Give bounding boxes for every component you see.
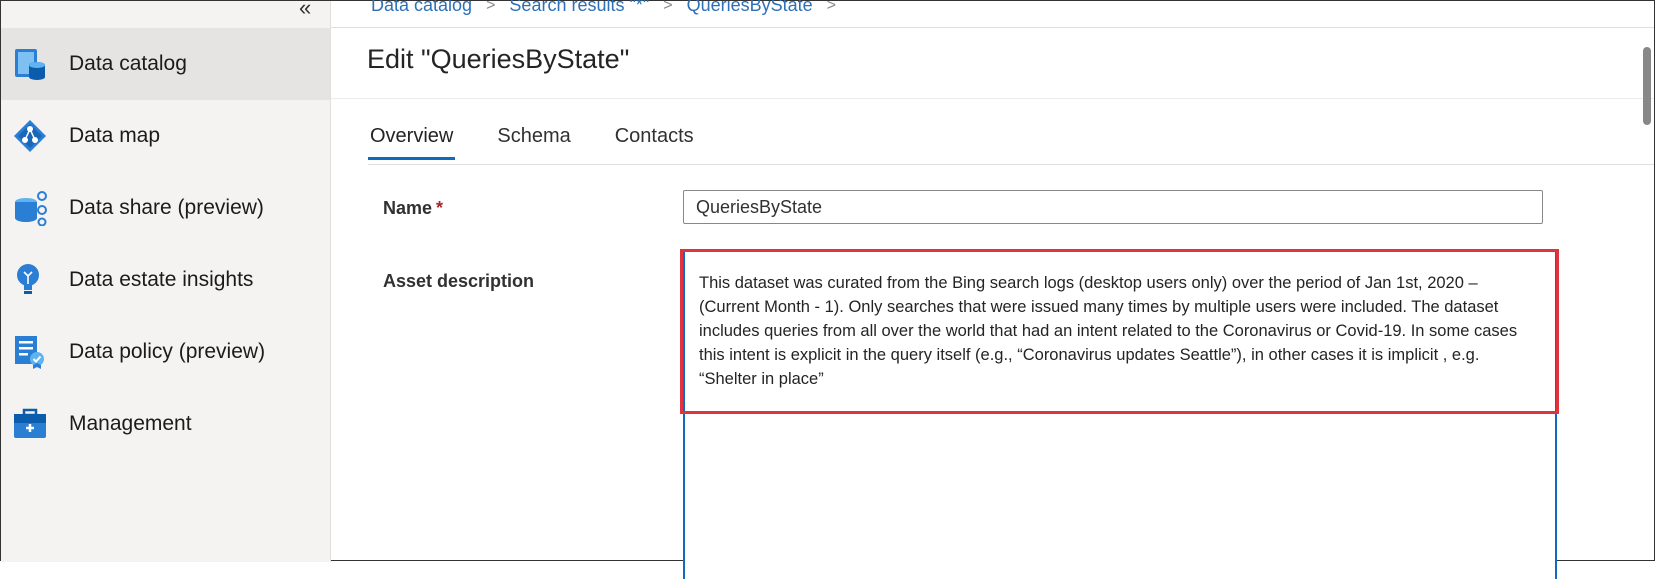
tab-overview[interactable]: Overview xyxy=(368,121,456,160)
page-scrollbar[interactable] xyxy=(1636,31,1654,311)
sidebar-item-data-policy[interactable]: Data policy (preview) xyxy=(1,316,330,388)
management-icon xyxy=(11,405,49,443)
breadcrumb-item-search-results[interactable]: Search results "*" xyxy=(509,0,649,16)
sidebar-item-label: Data catalog xyxy=(69,52,187,75)
breadcrumb-separator: > xyxy=(486,0,496,14)
sidebar-item-label: Management xyxy=(69,412,192,435)
tab-bar: Overview Schema Contacts xyxy=(368,121,736,160)
data-map-icon xyxy=(11,117,49,155)
sidebar-item-label: Data map xyxy=(69,124,161,147)
insights-icon xyxy=(11,261,49,299)
asset-description-label: Asset description xyxy=(383,271,535,291)
title-bar: Edit "QueriesByState" xyxy=(331,27,1654,99)
sidebar-item-data-estate-insights[interactable]: Data estate insights xyxy=(1,244,330,316)
data-catalog-icon xyxy=(11,45,49,83)
data-share-icon xyxy=(11,189,49,227)
name-field-label: Name * xyxy=(383,198,443,219)
data-policy-icon xyxy=(11,333,49,371)
sidebar-item-label: Data share (preview) xyxy=(69,196,264,219)
sidebar-item-management[interactable]: Management xyxy=(1,388,330,460)
left-nav-sidebar: « Data catalog Data map Data share (prev… xyxy=(1,0,331,562)
main-content: Data catalog > Search results "*" > Quer… xyxy=(331,0,1654,579)
breadcrumb-item-data-catalog[interactable]: Data catalog xyxy=(371,0,472,16)
tabs-divider xyxy=(368,164,1654,165)
sidebar-item-data-catalog[interactable]: Data catalog xyxy=(1,28,330,100)
asset-description-text: This dataset was curated from the Bing s… xyxy=(699,274,1518,388)
tab-schema[interactable]: Schema xyxy=(495,121,572,160)
sidebar-item-data-map[interactable]: Data map xyxy=(1,100,330,172)
sidebar-item-label: Data estate insights xyxy=(69,268,254,291)
collapse-sidebar-button[interactable]: « xyxy=(299,0,311,21)
tab-contacts[interactable]: Contacts xyxy=(613,121,696,160)
name-label-text: Name xyxy=(383,198,433,218)
sidebar-item-label: Data policy (preview) xyxy=(69,340,266,363)
required-indicator: * xyxy=(436,198,444,218)
breadcrumb-separator: > xyxy=(663,0,673,14)
sidebar-item-data-share[interactable]: Data share (preview) xyxy=(1,172,330,244)
breadcrumb-separator: > xyxy=(826,0,837,14)
breadcrumb: Data catalog > Search results "*" > Quer… xyxy=(371,0,850,16)
breadcrumb-item-queries-by-state[interactable]: QueriesByState xyxy=(687,0,813,16)
name-input[interactable] xyxy=(683,190,1543,224)
scrollbar-thumb[interactable] xyxy=(1643,47,1651,125)
page-title: Edit "QueriesByState" xyxy=(367,44,630,74)
